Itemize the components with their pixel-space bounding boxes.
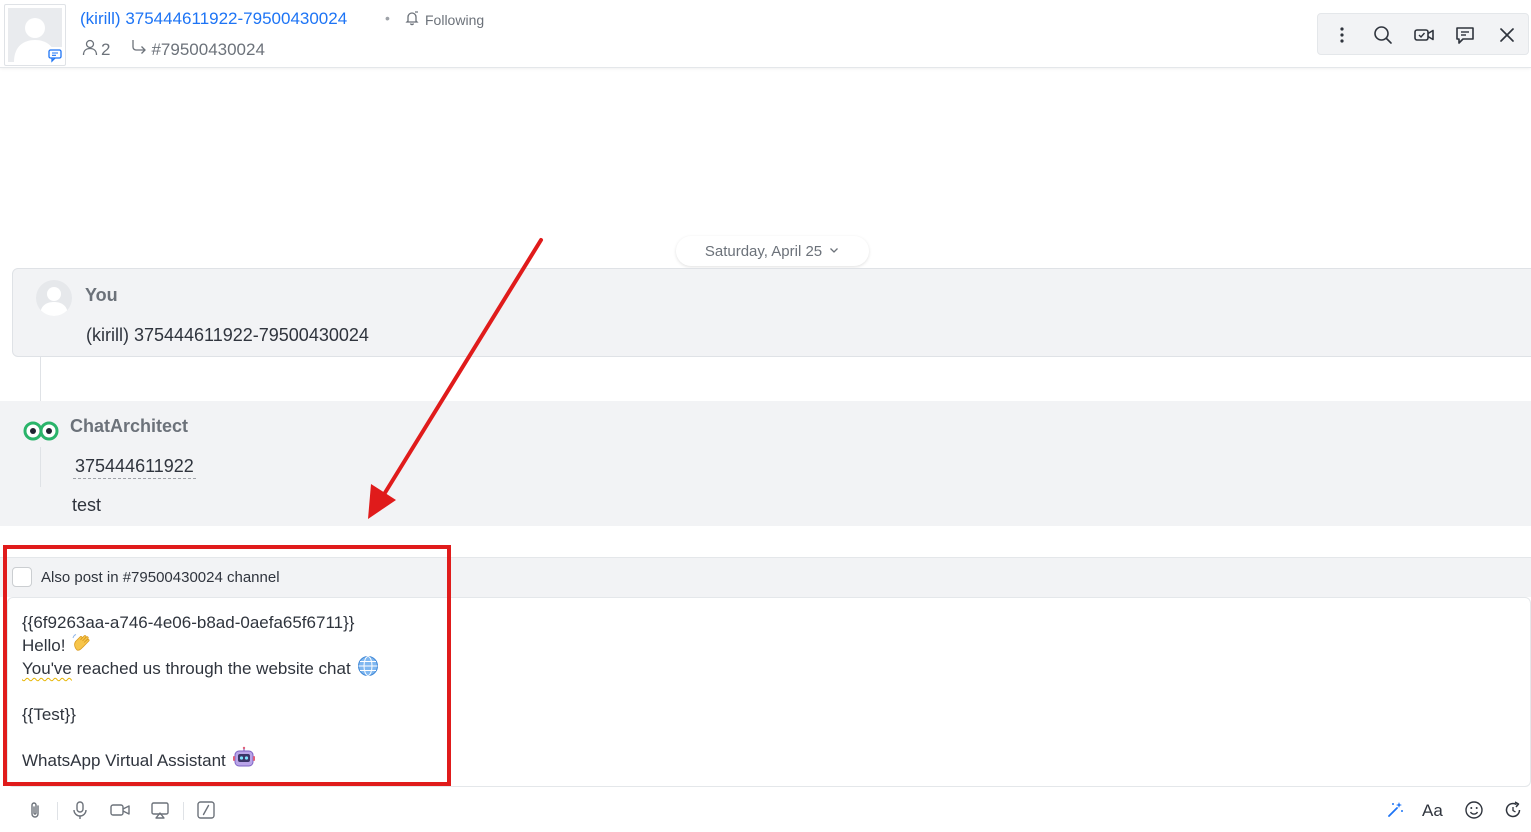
date-label: Saturday, April 25: [704, 242, 823, 260]
globe-emoji-icon: [357, 655, 379, 683]
chevron-down-icon: [828, 243, 840, 260]
composer-line-text: You've reached us through the website ch…: [22, 659, 351, 678]
slash-command-icon[interactable]: [194, 798, 218, 822]
message-item[interactable]: ChatArchitect 375444611922 test: [0, 401, 1531, 526]
waving-hand-emoji-icon: [71, 632, 93, 660]
thread-root-message[interactable]: You (kirill) 375444611922-79500430024: [12, 268, 1531, 357]
robot-emoji-icon: [232, 746, 256, 776]
avatar[interactable]: [36, 280, 72, 316]
member-count[interactable]: 2: [82, 38, 110, 61]
room-subheader: 2 #79500430024: [82, 38, 265, 61]
following-toggle[interactable]: Following: [404, 10, 484, 29]
also-post-label: Also post in #79500430024 channel: [41, 568, 280, 586]
search-icon[interactable]: [1371, 23, 1395, 47]
omnichannel-badge-icon: [47, 47, 63, 63]
message-author[interactable]: ChatArchitect: [70, 416, 188, 437]
video-call-icon[interactable]: [1412, 23, 1436, 47]
room-avatar[interactable]: [4, 4, 66, 66]
date-divider[interactable]: Saturday, April 25: [676, 236, 869, 266]
room-header: (kirill) 375444611922-79500430024 • Foll…: [0, 0, 1531, 68]
composer-line: You've reached us through the website ch…: [22, 655, 379, 683]
video-message-icon[interactable]: [108, 798, 132, 822]
microphone-icon[interactable]: [68, 798, 92, 822]
toolbar-divider: [183, 802, 184, 820]
following-label: Following: [425, 11, 485, 28]
composer-line: {{Test}}: [22, 703, 379, 726]
refresh-icon[interactable]: [1501, 798, 1525, 822]
composer-line: [22, 726, 379, 749]
mention-number[interactable]: 375444611922: [73, 456, 196, 479]
svg-text:Aa: Aa: [1422, 801, 1443, 820]
member-count-value: 2: [101, 39, 111, 59]
also-post-option[interactable]: Also post in #79500430024 channel: [12, 567, 280, 587]
message-author[interactable]: You: [85, 285, 118, 306]
screen-share-icon[interactable]: [148, 798, 172, 822]
kebab-menu-icon[interactable]: [1330, 23, 1354, 47]
bell-icon: [404, 10, 420, 29]
message-text: test: [72, 495, 102, 515]
composer-line-text: Hello!: [22, 636, 66, 655]
close-icon[interactable]: [1495, 23, 1519, 47]
text-format-icon[interactable]: Aa: [1421, 798, 1449, 822]
composer-line: [22, 680, 379, 703]
composer-line: Hello!: [22, 632, 379, 660]
composer-toolbar: Aa: [0, 790, 1531, 832]
composer-line-text: {{Test}}: [22, 705, 76, 724]
composer-line-text: WhatsApp Virtual Assistant: [22, 751, 226, 770]
room-toolbar: [1317, 13, 1529, 55]
composer-input[interactable]: {{6f9263aa-a746-4e06-b8ad-0aefa65f6711}}…: [22, 611, 379, 772]
room-title[interactable]: (kirill) 375444611922-79500430024: [80, 9, 347, 29]
chatarchitect-logo-icon: [23, 420, 59, 442]
composer-line: WhatsApp Virtual Assistant: [22, 746, 379, 772]
also-post-checkbox[interactable]: [12, 567, 32, 587]
attachment-icon[interactable]: [23, 798, 47, 822]
thread-line: [40, 447, 41, 487]
message-text: (kirill) 375444611922-79500430024: [86, 325, 369, 345]
chat-window: (kirill) 375444611922-79500430024 • Foll…: [0, 0, 1531, 832]
magic-format-icon[interactable]: [1383, 798, 1407, 822]
parent-channel-name: #79500430024: [151, 39, 265, 59]
threads-icon[interactable]: [1453, 23, 1477, 47]
reply-arrow-icon: [130, 38, 148, 61]
parent-channel-link[interactable]: #79500430024: [130, 38, 265, 61]
thread-line: [40, 357, 41, 401]
user-icon: [82, 38, 98, 61]
toolbar-divider: [57, 802, 58, 820]
emoji-icon[interactable]: [1462, 798, 1486, 822]
title-separator: •: [385, 10, 390, 26]
